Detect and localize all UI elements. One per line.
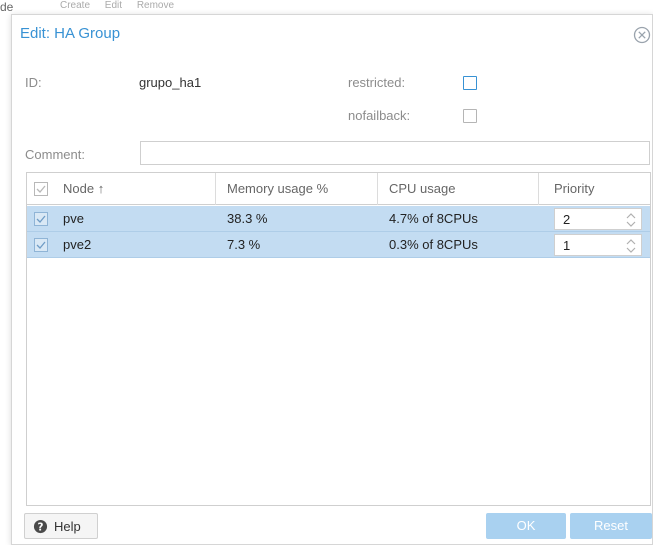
priority-value: 1 (563, 238, 571, 253)
grid-header: Node ↑ Memory usage % CPU usage Priority (27, 173, 650, 205)
priority-value: 2 (563, 212, 571, 227)
table-row[interactable]: pve2 7.3 % 0.3% of 8CPUs 1 (27, 232, 650, 258)
nodes-grid: Node ↑ Memory usage % CPU usage Priority (26, 172, 651, 506)
column-memory-label: Memory usage % (227, 181, 329, 196)
priority-spinner[interactable]: 1 (554, 234, 642, 256)
restricted-checkbox[interactable] (463, 76, 477, 90)
help-label: Help (54, 519, 81, 534)
background-fragment: de (0, 0, 14, 14)
dialog-header: Edit: HA Group (12, 15, 652, 53)
close-icon[interactable] (632, 25, 652, 45)
help-icon: ? (33, 519, 48, 533)
background-create-button: Create (60, 0, 91, 11)
column-priority[interactable]: Priority (539, 173, 651, 205)
cpu-cell: 0.3% of 8CPUs (389, 237, 478, 252)
select-all-checkbox[interactable] (34, 182, 48, 196)
node-cell: pve2 (63, 237, 92, 252)
memory-cell: 38.3 % (227, 211, 268, 226)
background-edit-button: Edit (104, 0, 123, 11)
column-memory[interactable]: Memory usage % (216, 173, 377, 205)
column-cpu-label: CPU usage (389, 181, 456, 196)
restricted-label: restricted: (348, 75, 406, 90)
id-label: ID: (25, 75, 42, 90)
reset-button[interactable]: Reset (570, 513, 652, 539)
table-row[interactable]: pve 38.3 % 4.7% of 8CPUs 2 (27, 206, 650, 232)
help-button[interactable]: ? Help (24, 513, 98, 539)
edit-ha-group-dialog: Edit: HA Group ID: grupo_ha1 restricted:… (11, 14, 653, 545)
column-node[interactable]: Node ↑ (55, 173, 215, 205)
node-cell: pve (63, 211, 84, 226)
row-checkbox[interactable] (34, 238, 48, 252)
background-remove-button: Remove (136, 0, 175, 11)
column-cpu[interactable]: CPU usage (378, 173, 538, 205)
comment-label: Comment: (25, 147, 85, 162)
spinner-arrows-icon[interactable] (625, 237, 637, 255)
comment-input[interactable] (140, 141, 650, 165)
nofailback-checkbox[interactable] (463, 109, 477, 123)
row-checkbox[interactable] (34, 212, 48, 226)
cpu-cell: 4.7% of 8CPUs (389, 211, 478, 226)
ok-button[interactable]: OK (486, 513, 566, 539)
id-value: grupo_ha1 (139, 75, 202, 90)
nofailback-label: nofailback: (348, 108, 411, 123)
column-node-label: Node ↑ (63, 181, 105, 196)
memory-cell: 7.3 % (227, 237, 261, 252)
column-priority-label: Priority (554, 181, 595, 196)
background-toolbar: Create Edit Remove (60, 0, 260, 14)
spinner-arrows-icon[interactable] (625, 211, 637, 229)
dialog-title: Edit: HA Group (20, 25, 121, 42)
priority-spinner[interactable]: 2 (554, 208, 642, 230)
svg-text:?: ? (38, 521, 44, 533)
